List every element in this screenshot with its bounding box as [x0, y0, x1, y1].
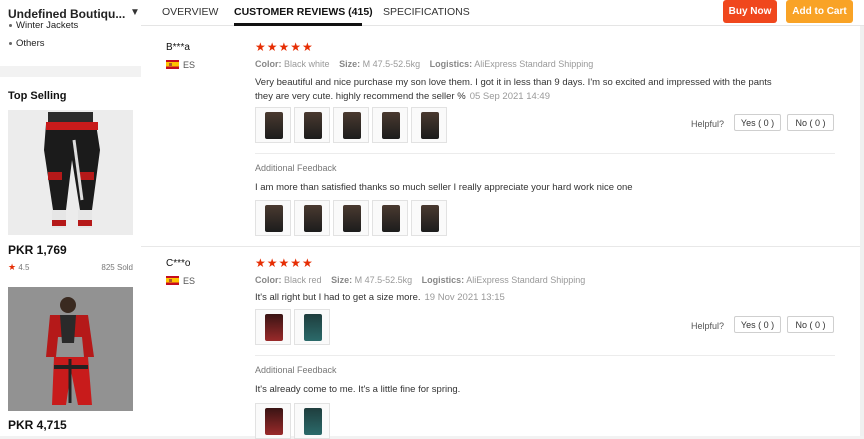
- review-date: 05 Sep 2021 14:49: [469, 91, 550, 102]
- review-attributes: Color: Black white Size: M 47.5-52.5kg L…: [255, 59, 594, 69]
- product-sold-count: 825 Sold: [101, 263, 133, 272]
- review-text: It's all right but I had to get a size m…: [255, 292, 505, 303]
- additional-feedback-text: I am more than satisfied thanks so much …: [255, 182, 633, 193]
- divider: [255, 355, 835, 356]
- reviewer-country: ES: [183, 276, 196, 286]
- scrollbar[interactable]: [860, 26, 864, 436]
- tab-overview[interactable]: OVERVIEW: [162, 6, 218, 18]
- star-rating: ★★★★★: [255, 40, 314, 54]
- tab-customer-reviews[interactable]: CUSTOMER REVIEWS (415): [234, 6, 373, 18]
- helpful-yes-button[interactable]: Yes ( 0 ): [734, 114, 781, 131]
- review-photo[interactable]: [333, 200, 369, 236]
- store-sidebar: Undefined Boutiqu... ▼ Winter Jackets Ot…: [0, 0, 141, 436]
- review-separator: [141, 246, 860, 247]
- active-tab-indicator: [234, 23, 362, 26]
- review-photo[interactable]: [255, 107, 291, 143]
- helpful-yes-button[interactable]: Yes ( 0 ): [734, 316, 781, 333]
- product-price[interactable]: PKR 4,715: [8, 418, 67, 432]
- review-photo[interactable]: [294, 309, 330, 345]
- tab-bar: OVERVIEW CUSTOMER REVIEWS (415) SPECIFIC…: [141, 0, 864, 26]
- additional-feedback-label: Additional Feedback: [255, 163, 337, 173]
- reviewer-name: C***o: [166, 258, 191, 269]
- review-date: 19 Nov 2021 13:15: [424, 292, 505, 303]
- category-item[interactable]: Winter Jackets: [9, 20, 78, 30]
- add-to-cart-button[interactable]: Add to Cart: [786, 0, 853, 23]
- product-image[interactable]: [8, 287, 133, 411]
- product-rating: ★ 4.5: [8, 262, 30, 272]
- review-photo[interactable]: [294, 107, 330, 143]
- review-photo[interactable]: [411, 200, 447, 236]
- review-photo[interactable]: [255, 200, 291, 236]
- review-text: Very beautiful and nice purchase my son …: [255, 77, 772, 102]
- review-photo[interactable]: [294, 403, 330, 439]
- review-photo[interactable]: [333, 107, 369, 143]
- product-price[interactable]: PKR 1,769: [8, 243, 67, 257]
- review-attributes: Color: Black red Size: M 47.5-52.5kg Log…: [255, 275, 586, 285]
- reviews-panel: OVERVIEW CUSTOMER REVIEWS (415) SPECIFIC…: [141, 0, 864, 439]
- additional-feedback-label: Additional Feedback: [255, 365, 337, 375]
- spain-flag-icon: [166, 276, 179, 285]
- review-photo[interactable]: [255, 309, 291, 345]
- review-photo[interactable]: [294, 200, 330, 236]
- spain-flag-icon: [166, 60, 179, 69]
- divider: [255, 153, 835, 154]
- reviewer-name: B***a: [166, 42, 190, 53]
- review-photo[interactable]: [372, 107, 408, 143]
- product-image[interactable]: [8, 110, 133, 235]
- top-selling-title: Top Selling: [8, 90, 67, 102]
- buy-now-button[interactable]: Buy Now: [723, 0, 777, 23]
- helpful-label: Helpful?: [691, 119, 725, 129]
- additional-feedback-text: It's already come to me. It's a little f…: [255, 384, 461, 395]
- chevron-down-icon[interactable]: ▼: [130, 7, 140, 18]
- review-photo[interactable]: [411, 107, 447, 143]
- tab-specifications[interactable]: SPECIFICATIONS: [383, 6, 470, 18]
- store-name[interactable]: Undefined Boutiqu...: [8, 7, 125, 21]
- review-photo[interactable]: [255, 403, 291, 439]
- reviewer-country: ES: [183, 60, 196, 70]
- star-rating: ★★★★★: [255, 256, 314, 270]
- helpful-label: Helpful?: [691, 321, 725, 331]
- star-icon: ★: [8, 262, 17, 272]
- helpful-no-button[interactable]: No ( 0 ): [787, 316, 834, 333]
- review-photo[interactable]: [372, 200, 408, 236]
- helpful-no-button[interactable]: No ( 0 ): [787, 114, 834, 131]
- category-item[interactable]: Others: [9, 38, 45, 49]
